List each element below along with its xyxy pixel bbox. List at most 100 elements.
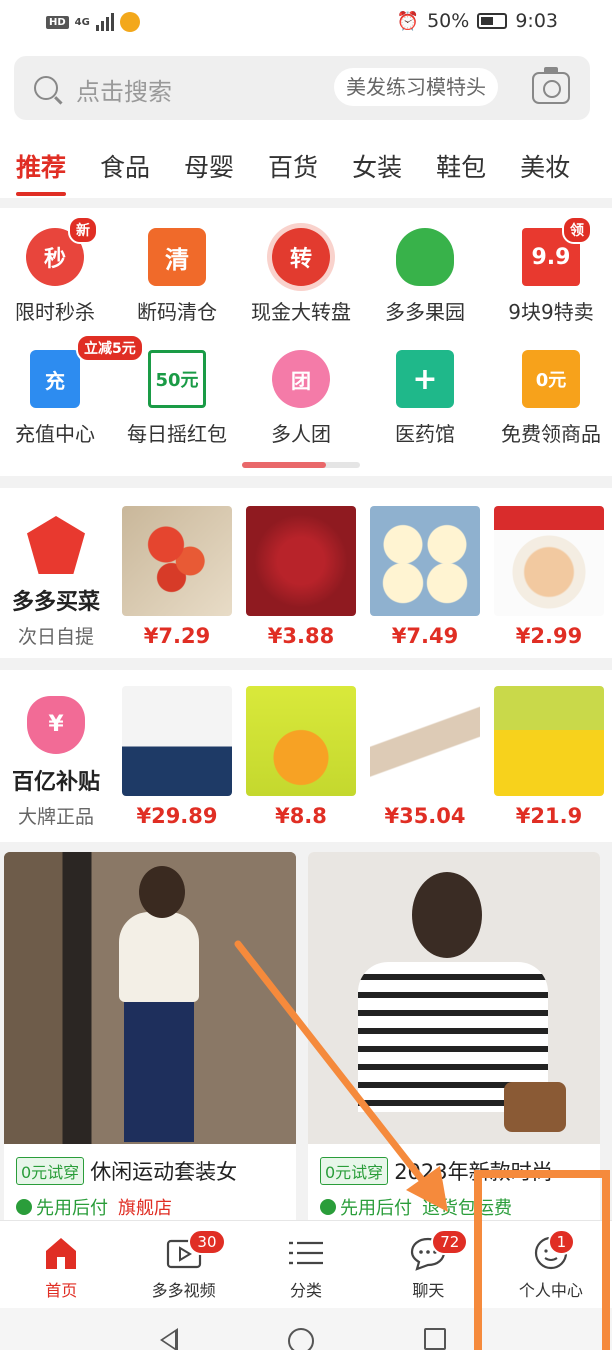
product-image-dates xyxy=(246,506,356,616)
grocery-product[interactable]: ¥7.29 xyxy=(122,506,232,648)
subsidy-subtitle: 大牌正品 xyxy=(17,806,94,828)
feed-tags: 先用后付 退货包运费 xyxy=(320,1194,512,1220)
product-image-flowers xyxy=(122,506,232,616)
nav-profile[interactable]: 1 个人中心 xyxy=(490,1221,612,1308)
product-image-buns xyxy=(370,506,480,616)
product-price: ¥7.49 xyxy=(391,624,459,648)
pay-later-icon xyxy=(16,1199,32,1215)
subsidy-row[interactable]: ¥ 百亿补贴 大牌正品 ¥29.89 ¥8.8 ¥35.04 ¥21.9 xyxy=(0,670,612,842)
tab-womens[interactable]: 女装 xyxy=(352,148,402,184)
grocery-header[interactable]: 多多买菜 次日自提 xyxy=(0,488,112,658)
tab-food[interactable]: 食品 xyxy=(100,148,150,184)
product-price: ¥2.99 xyxy=(515,624,583,648)
product-price: ¥3.88 xyxy=(267,624,335,648)
clearance-icon-text: 清 xyxy=(165,245,189,274)
battery-icon xyxy=(477,13,508,29)
grocery-title: 多多买菜 xyxy=(11,590,100,615)
nav-category[interactable]: 分类 xyxy=(245,1221,367,1308)
nav-label: 分类 xyxy=(290,1281,323,1300)
grocery-subtitle: 次日自提 xyxy=(17,626,94,648)
grid-item-red-packet[interactable]: 50元 每日摇红包 xyxy=(116,350,238,447)
grid-item-group-buy[interactable]: 团 多人团 xyxy=(240,350,362,447)
nav-video[interactable]: 30 多多视频 xyxy=(122,1221,244,1308)
feed-title-text: 休闲运动套装女 xyxy=(90,1160,238,1184)
grocery-product[interactable]: ¥7.49 xyxy=(370,506,480,648)
subsidy-product[interactable]: ¥8.8 xyxy=(246,686,356,828)
grid-item-free-goods[interactable]: 0元 免费领商品 xyxy=(490,350,612,447)
grid-label: 现金大转盘 xyxy=(251,300,351,324)
product-image-dumplings xyxy=(494,506,604,616)
subsidy-product[interactable]: ¥21.9 xyxy=(494,686,604,828)
subsidy-product[interactable]: ¥29.89 xyxy=(122,686,232,828)
nav-home[interactable]: 首页 xyxy=(0,1221,122,1308)
grid-label: 每日摇红包 xyxy=(127,422,227,446)
product-image-tshirt xyxy=(122,686,232,796)
grocery-product[interactable]: ¥3.88 xyxy=(246,506,356,648)
back-icon[interactable] xyxy=(160,1328,178,1350)
product-image-corn xyxy=(494,686,604,796)
feed-card[interactable]: 0元试穿 休闲运动套装女 先用后付 旗舰店 xyxy=(4,852,296,1232)
feed-title: 0元试穿 2023年新款时尚 xyxy=(320,1156,553,1186)
grid-item-flash-sale[interactable]: 秒 新 限时秒杀 xyxy=(0,216,116,325)
tab-baby[interactable]: 母婴 xyxy=(184,148,234,184)
grocery-product[interactable]: ¥2.99 xyxy=(494,506,604,648)
status-left: HD 4G xyxy=(46,12,140,32)
grid-scroll-indicator xyxy=(242,462,360,468)
feed-image-striped-shirt xyxy=(308,852,600,1144)
money-bag-icon: ¥ xyxy=(27,696,85,754)
recent-apps-icon[interactable] xyxy=(424,1328,446,1350)
tree-icon xyxy=(396,228,454,286)
grid-item-recharge[interactable]: 充 立减5元 充值中心 xyxy=(0,334,144,447)
chat-badge: 72 xyxy=(431,1229,469,1255)
truck-icon: 清 xyxy=(148,228,206,286)
feed-tags: 先用后付 旗舰店 xyxy=(16,1194,172,1220)
tab-general[interactable]: 百货 xyxy=(268,148,318,184)
grid-item-orchard[interactable]: 多多果园 xyxy=(364,228,486,325)
product-image-heels xyxy=(370,686,480,796)
feed-title-text: 2023年新款时尚 xyxy=(394,1160,553,1184)
grid-label: 9块9特卖 xyxy=(508,300,594,324)
pharmacy-icon-text: + xyxy=(412,361,438,397)
grid-item-wheel[interactable]: 转 现金大转盘 xyxy=(240,228,362,325)
tab-shoes-bags[interactable]: 鞋包 xyxy=(436,148,486,184)
free-goods-icon-text: 0元 xyxy=(535,370,567,391)
grid-item-pharmacy[interactable]: + 医药馆 xyxy=(364,350,486,447)
grid-label: 多人团 xyxy=(271,422,331,446)
nav-label: 首页 xyxy=(45,1281,78,1300)
search-area: 点击搜索 美发练习模特头 xyxy=(0,46,612,134)
home-circle-icon[interactable] xyxy=(288,1328,314,1350)
alarm-icon: ⏰ xyxy=(396,10,420,32)
subsidy-title: 百亿补贴 xyxy=(11,770,100,795)
tab-recommend[interactable]: 推荐 xyxy=(16,148,67,196)
signal-icon xyxy=(95,13,114,31)
tab-beauty[interactable]: 美妆 xyxy=(520,148,570,184)
camera-icon[interactable] xyxy=(532,67,570,104)
carrot-icon xyxy=(27,516,85,574)
grid-label: 免费领商品 xyxy=(501,422,601,446)
feature-grid: 秒 新 限时秒杀 清 断码清仓 转 现金大转盘 多多果园 9.9 领 9块9特卖… xyxy=(0,208,612,476)
network-type: 4G xyxy=(74,16,90,28)
grid-item-nine-nine[interactable]: 9.9 领 9块9特卖 xyxy=(490,216,612,325)
grid-label: 医药馆 xyxy=(395,422,455,446)
pay-later-tag: 先用后付 xyxy=(320,1194,412,1220)
search-input[interactable]: 点击搜索 美发练习模特头 xyxy=(14,56,590,120)
grocery-row[interactable]: 多多买菜 次日自提 ¥7.29 ¥3.88 ¥7.49 ¥2.99 xyxy=(0,488,612,658)
grid-item-clearance[interactable]: 清 断码清仓 xyxy=(116,228,238,325)
bottom-nav: 首页 30 多多视频 分类 72 聊天 1 个人中心 xyxy=(0,1220,612,1308)
search-suggestion-chip[interactable]: 美发练习模特头 xyxy=(334,68,498,106)
trial-tag: 0元试穿 xyxy=(320,1157,389,1185)
price-tag-icon: 9.9 领 xyxy=(522,216,592,286)
nav-label: 聊天 xyxy=(412,1281,445,1300)
pay-later-tag: 先用后付 xyxy=(16,1194,108,1220)
subsidy-product[interactable]: ¥35.04 xyxy=(370,686,480,828)
feed-card[interactable]: 0元试穿 2023年新款时尚 先用后付 退货包运费 xyxy=(308,852,600,1232)
figure-head xyxy=(139,866,185,918)
red-packet-icon-text: 50元 xyxy=(155,370,199,391)
feed-image-tracksuit xyxy=(4,852,296,1144)
status-bar: HD 4G ⏰ 50% 9:03 xyxy=(0,0,612,46)
hd-icon: HD xyxy=(46,15,69,29)
subsidy-header[interactable]: ¥ 百亿补贴 大牌正品 xyxy=(0,670,112,842)
figure-top xyxy=(119,912,199,1002)
product-price: ¥7.29 xyxy=(143,624,211,648)
nav-chat[interactable]: 72 聊天 xyxy=(367,1221,489,1308)
